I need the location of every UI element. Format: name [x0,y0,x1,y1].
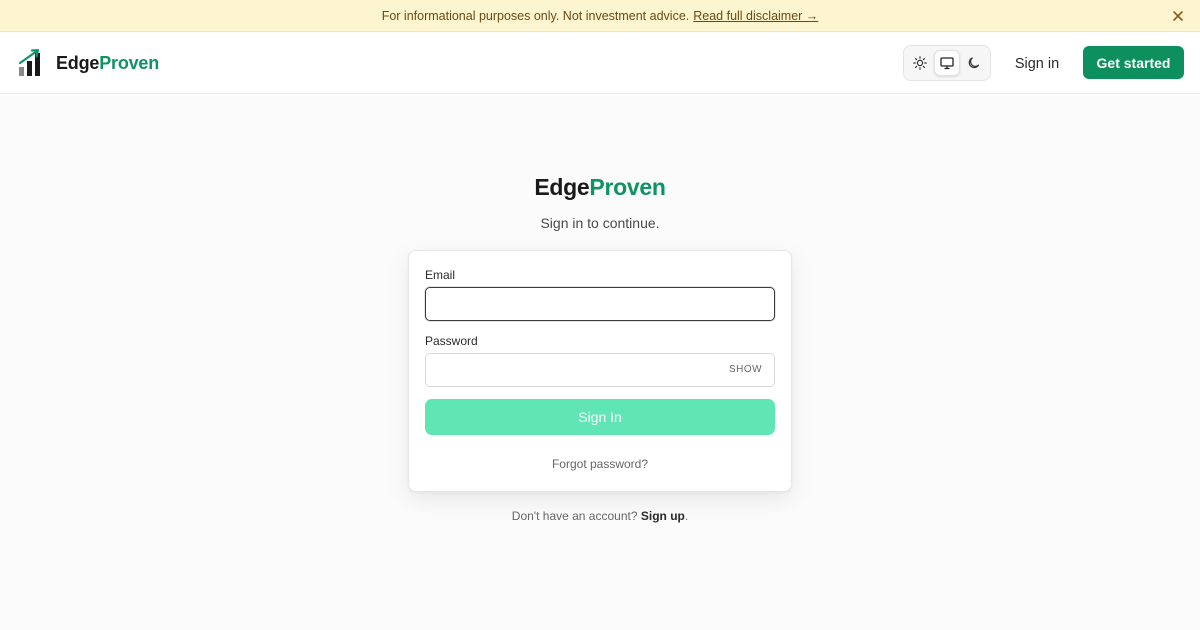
password-label: Password [425,334,478,348]
signup-suffix: . [684,509,689,523]
email-field[interactable] [425,287,775,321]
signup-prompt: Don't have an account? Sign up. [0,509,1200,523]
page-subtitle: Sign in to continue. [540,215,660,231]
signup-link[interactable]: Sign up [641,509,685,523]
get-started-button[interactable]: Get started [1083,46,1184,79]
bar-chart-logo-icon [18,49,40,76]
show-password-button[interactable]: SHOW [729,364,762,375]
forgot-password-link[interactable]: Forgot password? [409,457,791,471]
monitor-icon [940,57,954,70]
sun-icon [912,56,927,70]
close-icon[interactable] [1168,6,1188,26]
theme-system-button[interactable] [934,50,960,76]
moon-icon [969,57,980,69]
signup-prefix: Don't have an account? [511,509,638,523]
disclaimer-text: For informational purposes only. Not inv… [381,8,690,23]
header-signin-link[interactable]: Sign in [1004,51,1070,77]
theme-dark-button[interactable] [962,50,987,76]
password-field[interactable] [425,353,775,387]
disclaimer-banner: For informational purposes only. Not inv… [0,0,1200,32]
theme-toggle [903,45,991,81]
email-label: Email [425,268,456,282]
logo-wordmark: EdgeProven [56,52,160,73]
signin-submit-button[interactable]: Sign In [425,399,775,435]
page-title: EdgeProven [534,174,666,200]
logo-link[interactable]: EdgeProven [18,49,159,77]
disclaimer-link[interactable]: Read full disclaimer → [693,9,818,23]
signin-card: Email Password SHOW Sign In Forgot passw… [408,250,792,492]
theme-light-button[interactable] [907,50,932,76]
site-header: EdgeProven Sign in Get started [0,33,1200,94]
